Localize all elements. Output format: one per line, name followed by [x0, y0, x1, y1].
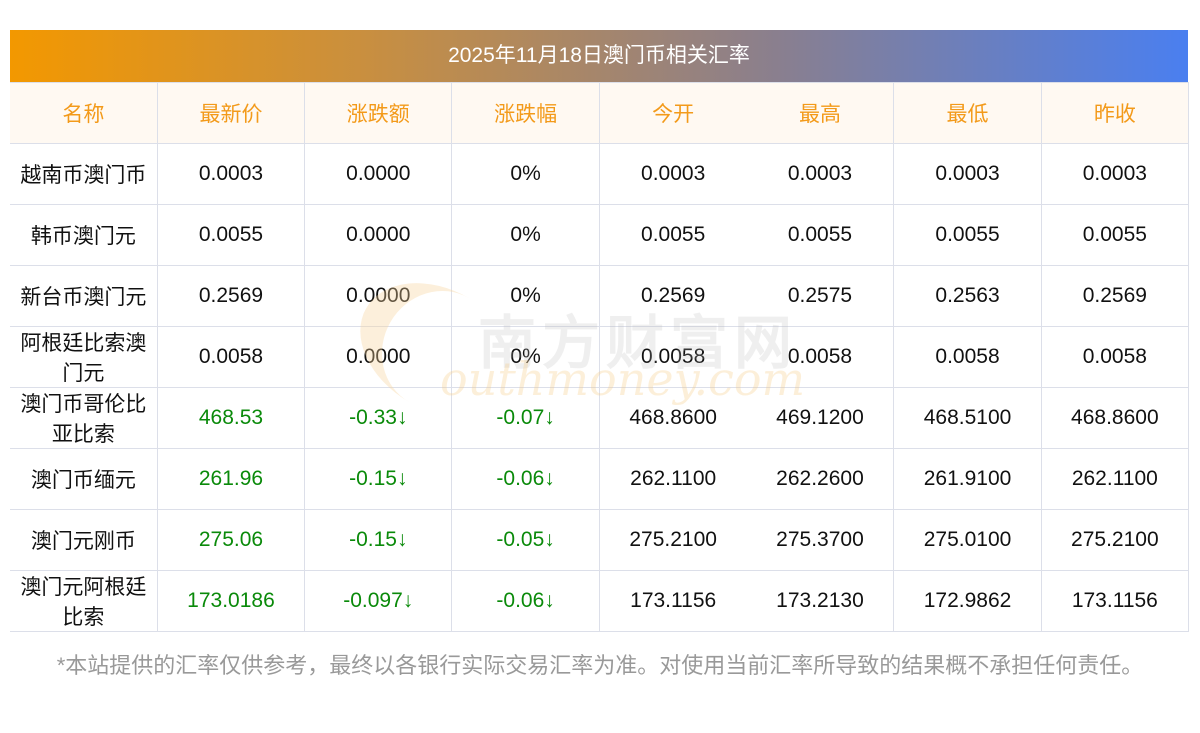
cell-change: 0.0000: [304, 326, 453, 388]
cell-name: 阿根廷比索澳门元: [10, 326, 158, 388]
cell-latest: 0.0003: [156, 143, 306, 205]
cell-high: 0.2575: [746, 265, 895, 327]
cell-latest: 173.0186: [156, 570, 306, 632]
exchange-rate-table: 名称 最新价 涨跌额 涨跌幅 今开 最高 最低 昨收 越南币澳门币 0.0003 0.0000 0%…: [10, 82, 1190, 632]
column-header: 涨跌幅: [451, 82, 600, 144]
cell-latest: 468.53: [156, 387, 306, 449]
cell-high: 173.2130: [746, 570, 895, 632]
cell-prev: 0.0003: [1040, 143, 1190, 205]
cell-pct: -0.07↓: [451, 387, 600, 449]
cell-change: 0.0000: [304, 143, 453, 205]
cell-name: 澳门币哥伦比亚比索: [10, 387, 158, 449]
table-row: 澳门币哥伦比亚比索 468.53 -0.33↓ -0.07↓ 468.8600 469.1…: [10, 387, 1190, 449]
cell-change: -0.097↓: [304, 570, 453, 632]
cell-pct: 0%: [451, 265, 600, 327]
cell-pct: -0.06↓: [451, 570, 600, 632]
cell-low: 468.5100: [893, 387, 1042, 449]
column-header: 今开: [598, 82, 747, 144]
table-row: 澳门元阿根廷比索 173.0186 -0.097↓ -0.06↓ 173.1156 173…: [10, 570, 1190, 632]
table-row: 澳门币缅元 261.96 -0.15↓ -0.06↓ 262.1100 262.2600 2…: [10, 448, 1190, 510]
cell-open: 262.1100: [598, 448, 747, 510]
table-row: 阿根廷比索澳门元 0.0058 0.0000 0% 0.0058 0.0058 0.0058…: [10, 326, 1190, 388]
cell-pct: 0%: [451, 204, 600, 266]
cell-name: 澳门元阿根廷比索: [10, 570, 158, 632]
cell-high: 275.3700: [746, 509, 895, 571]
cell-pct: 0%: [451, 326, 600, 388]
cell-open: 275.2100: [598, 509, 747, 571]
cell-pct: -0.06↓: [451, 448, 600, 510]
cell-name: 韩币澳门元: [10, 204, 158, 266]
cell-pct: 0%: [451, 143, 600, 205]
cell-prev: 0.2569: [1040, 265, 1190, 327]
cell-latest: 0.0055: [156, 204, 306, 266]
cell-open: 0.0058: [598, 326, 747, 388]
cell-name: 越南币澳门币: [10, 143, 158, 205]
column-header: 最低: [893, 82, 1042, 144]
table-header-row: 名称 最新价 涨跌额 涨跌幅 今开 最高 最低 昨收: [10, 82, 1190, 144]
cell-prev: 0.0055: [1040, 204, 1190, 266]
cell-prev: 0.0058: [1040, 326, 1190, 388]
cell-open: 468.8600: [598, 387, 747, 449]
cell-prev: 275.2100: [1040, 509, 1190, 571]
cell-low: 275.0100: [893, 509, 1042, 571]
cell-change: 0.0000: [304, 204, 453, 266]
cell-change: 0.0000: [304, 265, 453, 327]
table-row: 越南币澳门币 0.0003 0.0000 0% 0.0003 0.0003 0.0003 0.…: [10, 143, 1190, 205]
cell-name: 澳门币缅元: [10, 448, 158, 510]
column-header: 最高: [746, 82, 895, 144]
cell-low: 0.0055: [893, 204, 1042, 266]
cell-prev: 262.1100: [1040, 448, 1190, 510]
cell-low: 261.9100: [893, 448, 1042, 510]
column-header: 名称: [10, 82, 158, 144]
table-row: 新台币澳门元 0.2569 0.0000 0% 0.2569 0.2575 0.2563 0.…: [10, 265, 1190, 327]
cell-pct: -0.05↓: [451, 509, 600, 571]
cell-name: 澳门元刚币: [10, 509, 158, 571]
cell-change: -0.15↓: [304, 509, 453, 571]
cell-latest: 0.2569: [156, 265, 306, 327]
cell-open: 0.0003: [598, 143, 747, 205]
column-header: 最新价: [156, 82, 306, 144]
cell-low: 0.2563: [893, 265, 1042, 327]
cell-low: 172.9862: [893, 570, 1042, 632]
table-row: 澳门元刚币 275.06 -0.15↓ -0.05↓ 275.2100 275.3700 2…: [10, 509, 1190, 571]
cell-open: 0.0055: [598, 204, 747, 266]
cell-change: -0.15↓: [304, 448, 453, 510]
disclaimer: *本站提供的汇率仅供参考，最终以各银行实际交易汇率为准。对使用当前汇率所导致的结…: [56, 653, 1144, 678]
cell-high: 0.0003: [746, 143, 895, 205]
cell-open: 0.2569: [598, 265, 747, 327]
cell-latest: 0.0058: [156, 326, 306, 388]
cell-high: 0.0055: [746, 204, 895, 266]
column-header: 昨收: [1040, 82, 1190, 144]
cell-latest: 261.96: [156, 448, 306, 510]
cell-low: 0.0058: [893, 326, 1042, 388]
cell-low: 0.0003: [893, 143, 1042, 205]
table-title: 2025年11月18日澳门币相关汇率: [10, 30, 1188, 82]
cell-latest: 275.06: [156, 509, 306, 571]
cell-change: -0.33↓: [304, 387, 453, 449]
cell-name: 新台币澳门元: [10, 265, 158, 327]
column-header: 涨跌额: [304, 82, 453, 144]
table-row: 韩币澳门元 0.0055 0.0000 0% 0.0055 0.0055 0.0055 0.0…: [10, 204, 1190, 266]
cell-prev: 173.1156: [1040, 570, 1190, 632]
cell-high: 0.0058: [746, 326, 895, 388]
cell-high: 262.2600: [746, 448, 895, 510]
cell-prev: 468.8600: [1040, 387, 1190, 449]
cell-high: 469.1200: [746, 387, 895, 449]
cell-open: 173.1156: [598, 570, 747, 632]
